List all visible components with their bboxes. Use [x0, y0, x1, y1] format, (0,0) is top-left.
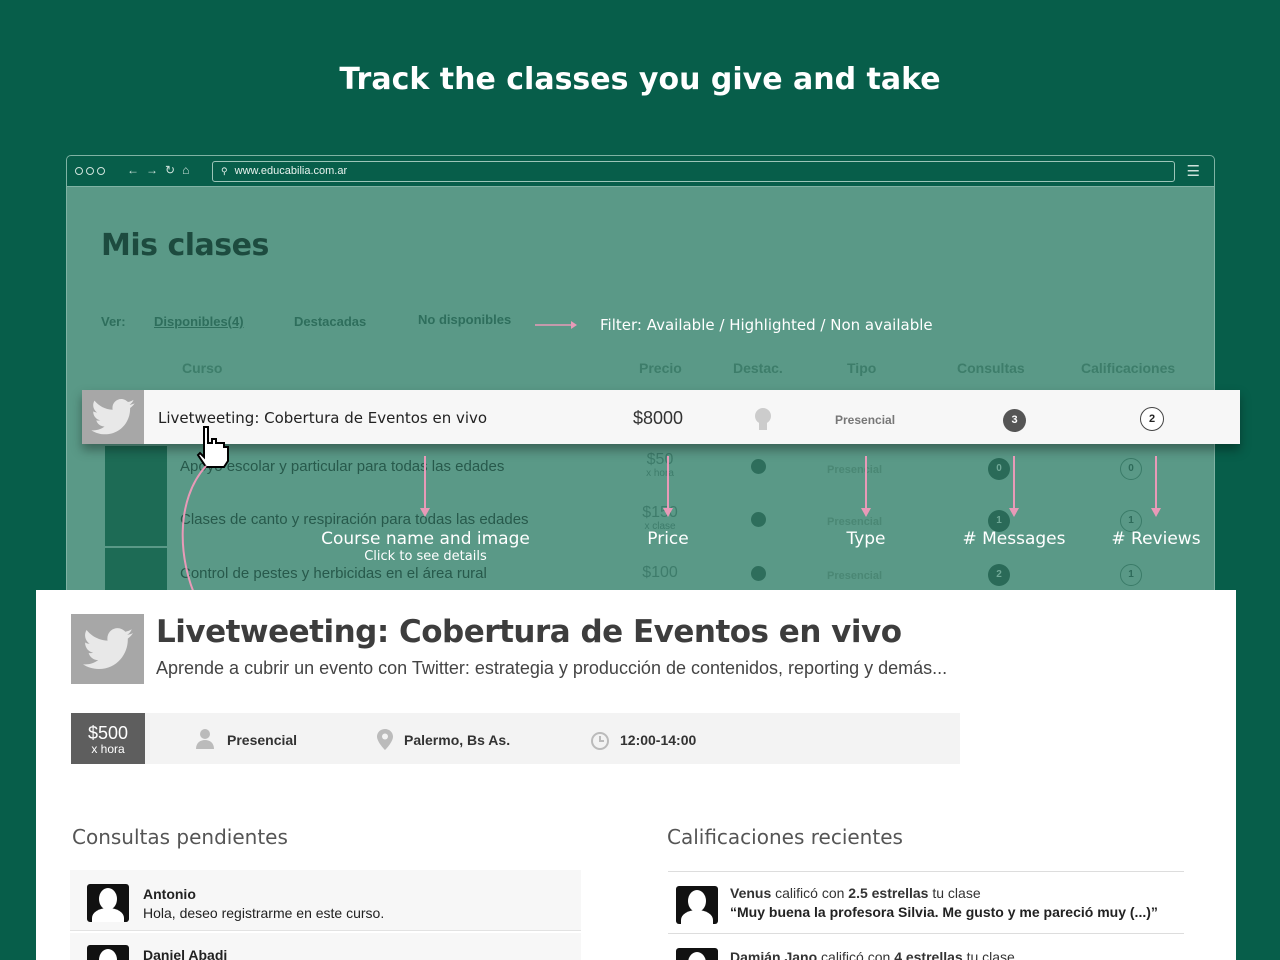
filter-arrow-icon — [535, 321, 577, 329]
type-callout: Type — [846, 529, 886, 549]
message-item[interactable]: Antonio Hola, deseo registrarme en este … — [70, 870, 581, 931]
avatar — [676, 886, 718, 924]
avatar — [87, 945, 129, 960]
search-icon: ⚲ — [221, 166, 228, 176]
course-type: Presencial — [835, 413, 896, 427]
col-reviews: Calificaciones — [1081, 360, 1176, 376]
home-icon[interactable]: ⌂ — [182, 163, 189, 177]
course-price: $8000 — [633, 408, 684, 428]
forward-icon[interactable]: → — [146, 163, 158, 177]
course-callout: Course name and image Click to see detai… — [321, 529, 530, 564]
message-author: Daniel Abadi — [143, 947, 228, 960]
message-author: Antonio — [143, 886, 196, 902]
review-quote: “Muy buena la profesora Silvia. Me gusto… — [730, 904, 1158, 920]
review-summary: Damián Jano calificó con 4 estrellas tu … — [730, 949, 1015, 960]
filter-available[interactable]: Disponibles(4) — [154, 314, 244, 329]
twitter-icon[interactable] — [82, 390, 144, 444]
page-title: Mis clases — [101, 228, 269, 263]
detail-price: $500 x hora — [71, 713, 145, 764]
messages-callout: # Messages — [962, 529, 1066, 549]
review-summary: Venus calificó con 2.5 estrellas tu clas… — [730, 885, 981, 901]
col-price: Precio — [639, 360, 682, 376]
maximize-dot-icon[interactable] — [97, 167, 105, 175]
close-dot-icon[interactable] — [75, 167, 83, 175]
reviews-list: Venus calificó con 2.5 estrellas tu clas… — [668, 871, 1184, 960]
location-pin-icon — [377, 729, 393, 750]
messages-count[interactable]: 3 — [1003, 409, 1026, 432]
avatar — [676, 948, 718, 960]
course-detail-panel: Livetweeting: Cobertura de Eventos en vi… — [36, 590, 1236, 960]
browser-toolbar: ← → ↻ ⌂ ⚲ www.educabilia.com.ar ☰ — [67, 156, 1214, 187]
clock-icon — [591, 732, 609, 750]
reviews-count[interactable]: 2 — [1140, 407, 1164, 431]
recent-reviews-heading: Calificaciones recientes — [667, 825, 903, 849]
filter-highlighted[interactable]: Destacadas — [294, 314, 366, 329]
headline: Track the classes you give and take — [339, 62, 941, 97]
col-type: Tipo — [847, 360, 877, 376]
reload-icon[interactable]: ↻ — [165, 163, 175, 177]
url-text: www.educabilia.com.ar — [234, 165, 348, 177]
address-bar[interactable]: ⚲ www.educabilia.com.ar — [212, 161, 1175, 182]
highlighted-course-row[interactable]: Livetweeting: Cobertura de Eventos en vi… — [82, 390, 1240, 444]
col-messages: Consultas — [957, 360, 1025, 376]
review-item[interactable]: Venus calificó con 2.5 estrellas tu clas… — [668, 872, 1184, 934]
reviews-callout: # Reviews — [1111, 529, 1201, 549]
detail-type: Presencial — [227, 732, 298, 748]
message-item[interactable]: Daniel Abadi — [70, 933, 581, 960]
detail-subtitle: Aprende a cubrir un evento con Twitter: … — [156, 658, 948, 678]
menu-icon[interactable]: ☰ — [1187, 162, 1200, 180]
message-text: Hola, deseo registrarme en este curso. — [143, 905, 385, 921]
window-controls — [75, 167, 105, 175]
filter-annotation: Filter: Available / Highlighted / Non av… — [600, 316, 933, 334]
price-callout: Price — [647, 529, 689, 549]
nav-buttons: ← → ↻ ⌂ — [127, 163, 189, 177]
review-item[interactable]: Damián Jano calificó con 4 estrellas tu … — [668, 934, 1184, 960]
minimize-dot-icon[interactable] — [86, 167, 94, 175]
col-highlight: Destac. — [733, 360, 783, 376]
person-icon — [196, 729, 214, 749]
detail-info-bar: $500 x hora Presencial Palermo, Bs As. 1… — [71, 713, 960, 764]
twitter-icon — [71, 614, 144, 684]
col-course: Curso — [182, 360, 223, 376]
filter-label: Ver: — [101, 314, 126, 329]
detail-time: 12:00-14:00 — [620, 732, 697, 748]
detail-location: Palermo, Bs As. — [404, 732, 511, 748]
detail-title: Livetweeting: Cobertura de Eventos en vi… — [156, 614, 902, 650]
medal-icon[interactable] — [753, 407, 773, 431]
filter-unavailable[interactable]: No disponibles — [418, 312, 511, 327]
pending-messages-heading: Consultas pendientes — [72, 825, 288, 849]
back-icon[interactable]: ← — [127, 163, 139, 177]
avatar — [87, 884, 129, 922]
